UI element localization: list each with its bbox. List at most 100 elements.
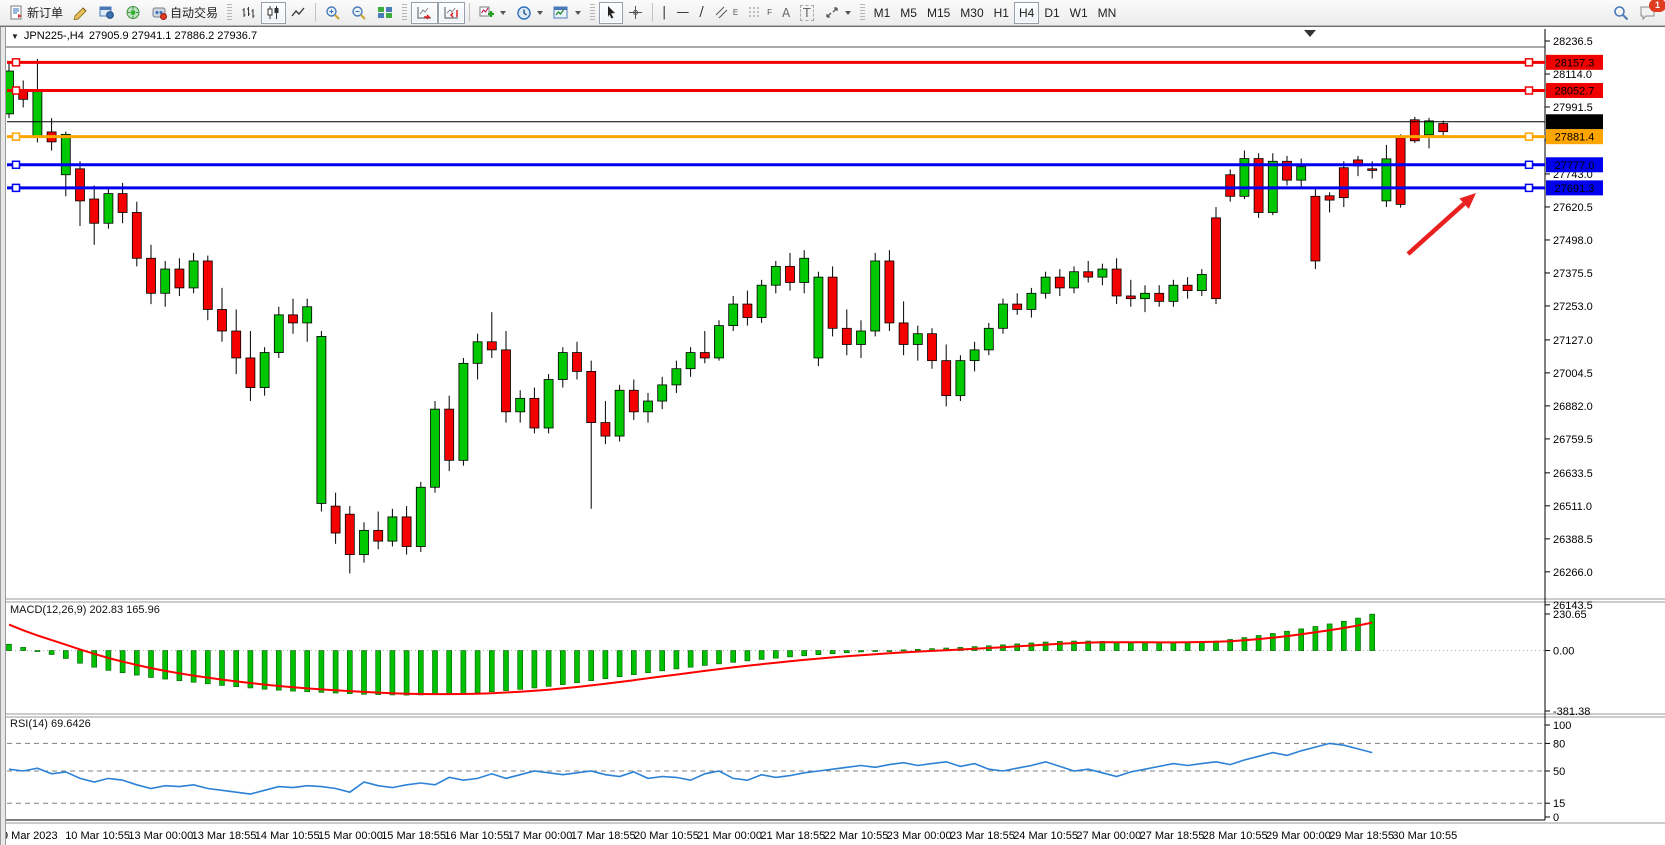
notifications-button[interactable]: 1 bbox=[1634, 2, 1661, 24]
timeframe-label: H4 bbox=[1019, 6, 1034, 20]
timeframe-w1-button[interactable]: W1 bbox=[1065, 2, 1093, 24]
zoom-out-button[interactable] bbox=[346, 2, 372, 24]
timeframe-h4-button[interactable]: H4 bbox=[1014, 2, 1039, 24]
macd-histogram-bar bbox=[35, 651, 40, 652]
zoom-in-button[interactable] bbox=[320, 2, 346, 24]
candlestick-chart-button[interactable] bbox=[261, 2, 286, 24]
templates-button[interactable] bbox=[548, 2, 586, 24]
time-axis-label: 20 Mar 10:55 bbox=[634, 830, 699, 842]
new-order-icon bbox=[9, 5, 24, 20]
search-icon bbox=[1613, 5, 1629, 21]
timeframe-m30-button[interactable]: M30 bbox=[955, 2, 988, 24]
periods-button[interactable] bbox=[511, 2, 548, 24]
candle-body bbox=[289, 315, 298, 323]
auto-scroll-button[interactable] bbox=[411, 2, 438, 24]
timeframe-h1-button[interactable]: H1 bbox=[989, 2, 1014, 24]
timeframe-label: D1 bbox=[1044, 6, 1059, 20]
line-chart-button[interactable] bbox=[286, 2, 311, 24]
price-tick-label: 26266.0 bbox=[1553, 567, 1593, 579]
vertical-line-button[interactable]: | bbox=[657, 2, 671, 24]
candle-body bbox=[487, 342, 496, 350]
price-tick-label: 27991.5 bbox=[1553, 102, 1593, 114]
channel-icon bbox=[714, 5, 730, 20]
dropdown-caret-icon bbox=[500, 11, 506, 15]
new-order-button[interactable]: 新订单 bbox=[4, 2, 68, 24]
candle-body bbox=[118, 194, 127, 213]
candle-body bbox=[303, 307, 312, 323]
candle-body bbox=[516, 398, 525, 411]
candle-body bbox=[132, 212, 141, 258]
price-tick-label: 27127.0 bbox=[1553, 335, 1593, 347]
candle-body bbox=[175, 269, 184, 288]
symbol-period-text: JPN225-,H4 bbox=[24, 30, 84, 42]
macd-histogram-bar bbox=[134, 651, 139, 676]
candle-body bbox=[502, 350, 511, 412]
metaeditor-button[interactable] bbox=[68, 2, 94, 24]
candle-body bbox=[1141, 293, 1150, 298]
price-tick-label: 27620.5 bbox=[1553, 202, 1593, 214]
fibonacci-button[interactable]: F bbox=[743, 2, 777, 24]
horizontal-line-button[interactable]: — bbox=[671, 2, 694, 24]
toolbar-separator bbox=[469, 3, 470, 22]
macd-histogram-bar bbox=[1356, 618, 1361, 650]
macd-histogram-bar bbox=[631, 651, 636, 675]
navigator-button[interactable] bbox=[120, 2, 146, 24]
candle-body bbox=[90, 199, 99, 223]
rsi-label: RSI(14) 69.6426 bbox=[10, 718, 91, 730]
macd-histogram-bar bbox=[1043, 642, 1048, 651]
text-button[interactable]: A bbox=[777, 2, 795, 24]
time-axis-label: 23 Mar 00:00 bbox=[887, 830, 952, 842]
toolbar-grip[interactable] bbox=[227, 4, 232, 22]
timeframe-m1-button[interactable]: M1 bbox=[869, 2, 896, 24]
candle-body bbox=[1013, 304, 1022, 309]
chart-shift-button[interactable] bbox=[438, 2, 465, 24]
bar-chart-button[interactable] bbox=[236, 2, 261, 24]
macd-histogram-bar bbox=[1370, 614, 1375, 650]
toolbar-grip[interactable] bbox=[590, 4, 595, 22]
price-badge-label: 27936.7 bbox=[1555, 117, 1595, 129]
candle-body bbox=[1212, 218, 1221, 299]
zoom-out-icon bbox=[351, 5, 367, 21]
toolbar-grip[interactable] bbox=[860, 4, 865, 22]
candle-body bbox=[1183, 285, 1192, 290]
timeframe-m15-button[interactable]: M15 bbox=[922, 2, 955, 24]
timeframe-label: H1 bbox=[994, 6, 1009, 20]
candle-body bbox=[1197, 274, 1206, 290]
timeframe-d1-button[interactable]: D1 bbox=[1039, 2, 1064, 24]
timeframe-mn-button[interactable]: MN bbox=[1093, 2, 1122, 24]
indicators-button[interactable] bbox=[474, 2, 511, 24]
price-badge-label: 28052.7 bbox=[1555, 86, 1595, 98]
candle-body bbox=[459, 363, 468, 460]
candle-body bbox=[544, 379, 553, 427]
arrows-button[interactable] bbox=[819, 2, 856, 24]
macd-histogram-bar bbox=[177, 651, 182, 681]
price-tick-label: 26882.0 bbox=[1553, 401, 1593, 413]
text-label-button[interactable]: T bbox=[795, 2, 818, 24]
macd-histogram-bar bbox=[674, 651, 679, 669]
crosshair-button[interactable] bbox=[623, 2, 648, 24]
chart-canvas[interactable]: 28236.528114.027991.527869.027743.027620… bbox=[0, 27, 1665, 845]
cursor-button[interactable] bbox=[599, 2, 623, 24]
price-tick-label: 27253.0 bbox=[1553, 301, 1593, 313]
toolbar-grip[interactable] bbox=[402, 4, 407, 22]
macd-histogram-bar bbox=[915, 649, 920, 650]
price-badge-label: 27777.0 bbox=[1555, 160, 1595, 172]
macd-histogram-bar bbox=[191, 651, 196, 683]
data-window-button[interactable] bbox=[94, 2, 120, 24]
search-button[interactable] bbox=[1608, 2, 1634, 24]
candle-body bbox=[1226, 175, 1235, 197]
tile-windows-button[interactable] bbox=[372, 2, 398, 24]
macd-histogram-bar bbox=[1256, 635, 1261, 650]
candle-body bbox=[700, 353, 709, 358]
macd-histogram-bar bbox=[49, 651, 54, 655]
data-window-icon bbox=[99, 5, 115, 20]
price-tick-label: 27498.0 bbox=[1553, 235, 1593, 247]
macd-histogram-bar bbox=[347, 651, 352, 694]
equidistant-channel-button[interactable]: E bbox=[709, 2, 743, 24]
chart-symbol-label[interactable]: ▼ JPN225-,H4 27905.9 27941.1 27886.2 279… bbox=[11, 30, 257, 42]
trendline-button[interactable]: / bbox=[694, 2, 708, 24]
dropdown-caret-icon bbox=[537, 11, 543, 15]
auto-trading-button[interactable]: 自动交易 bbox=[146, 2, 223, 24]
rsi-tick-label: 80 bbox=[1553, 738, 1565, 750]
timeframe-m5-button[interactable]: M5 bbox=[895, 2, 922, 24]
